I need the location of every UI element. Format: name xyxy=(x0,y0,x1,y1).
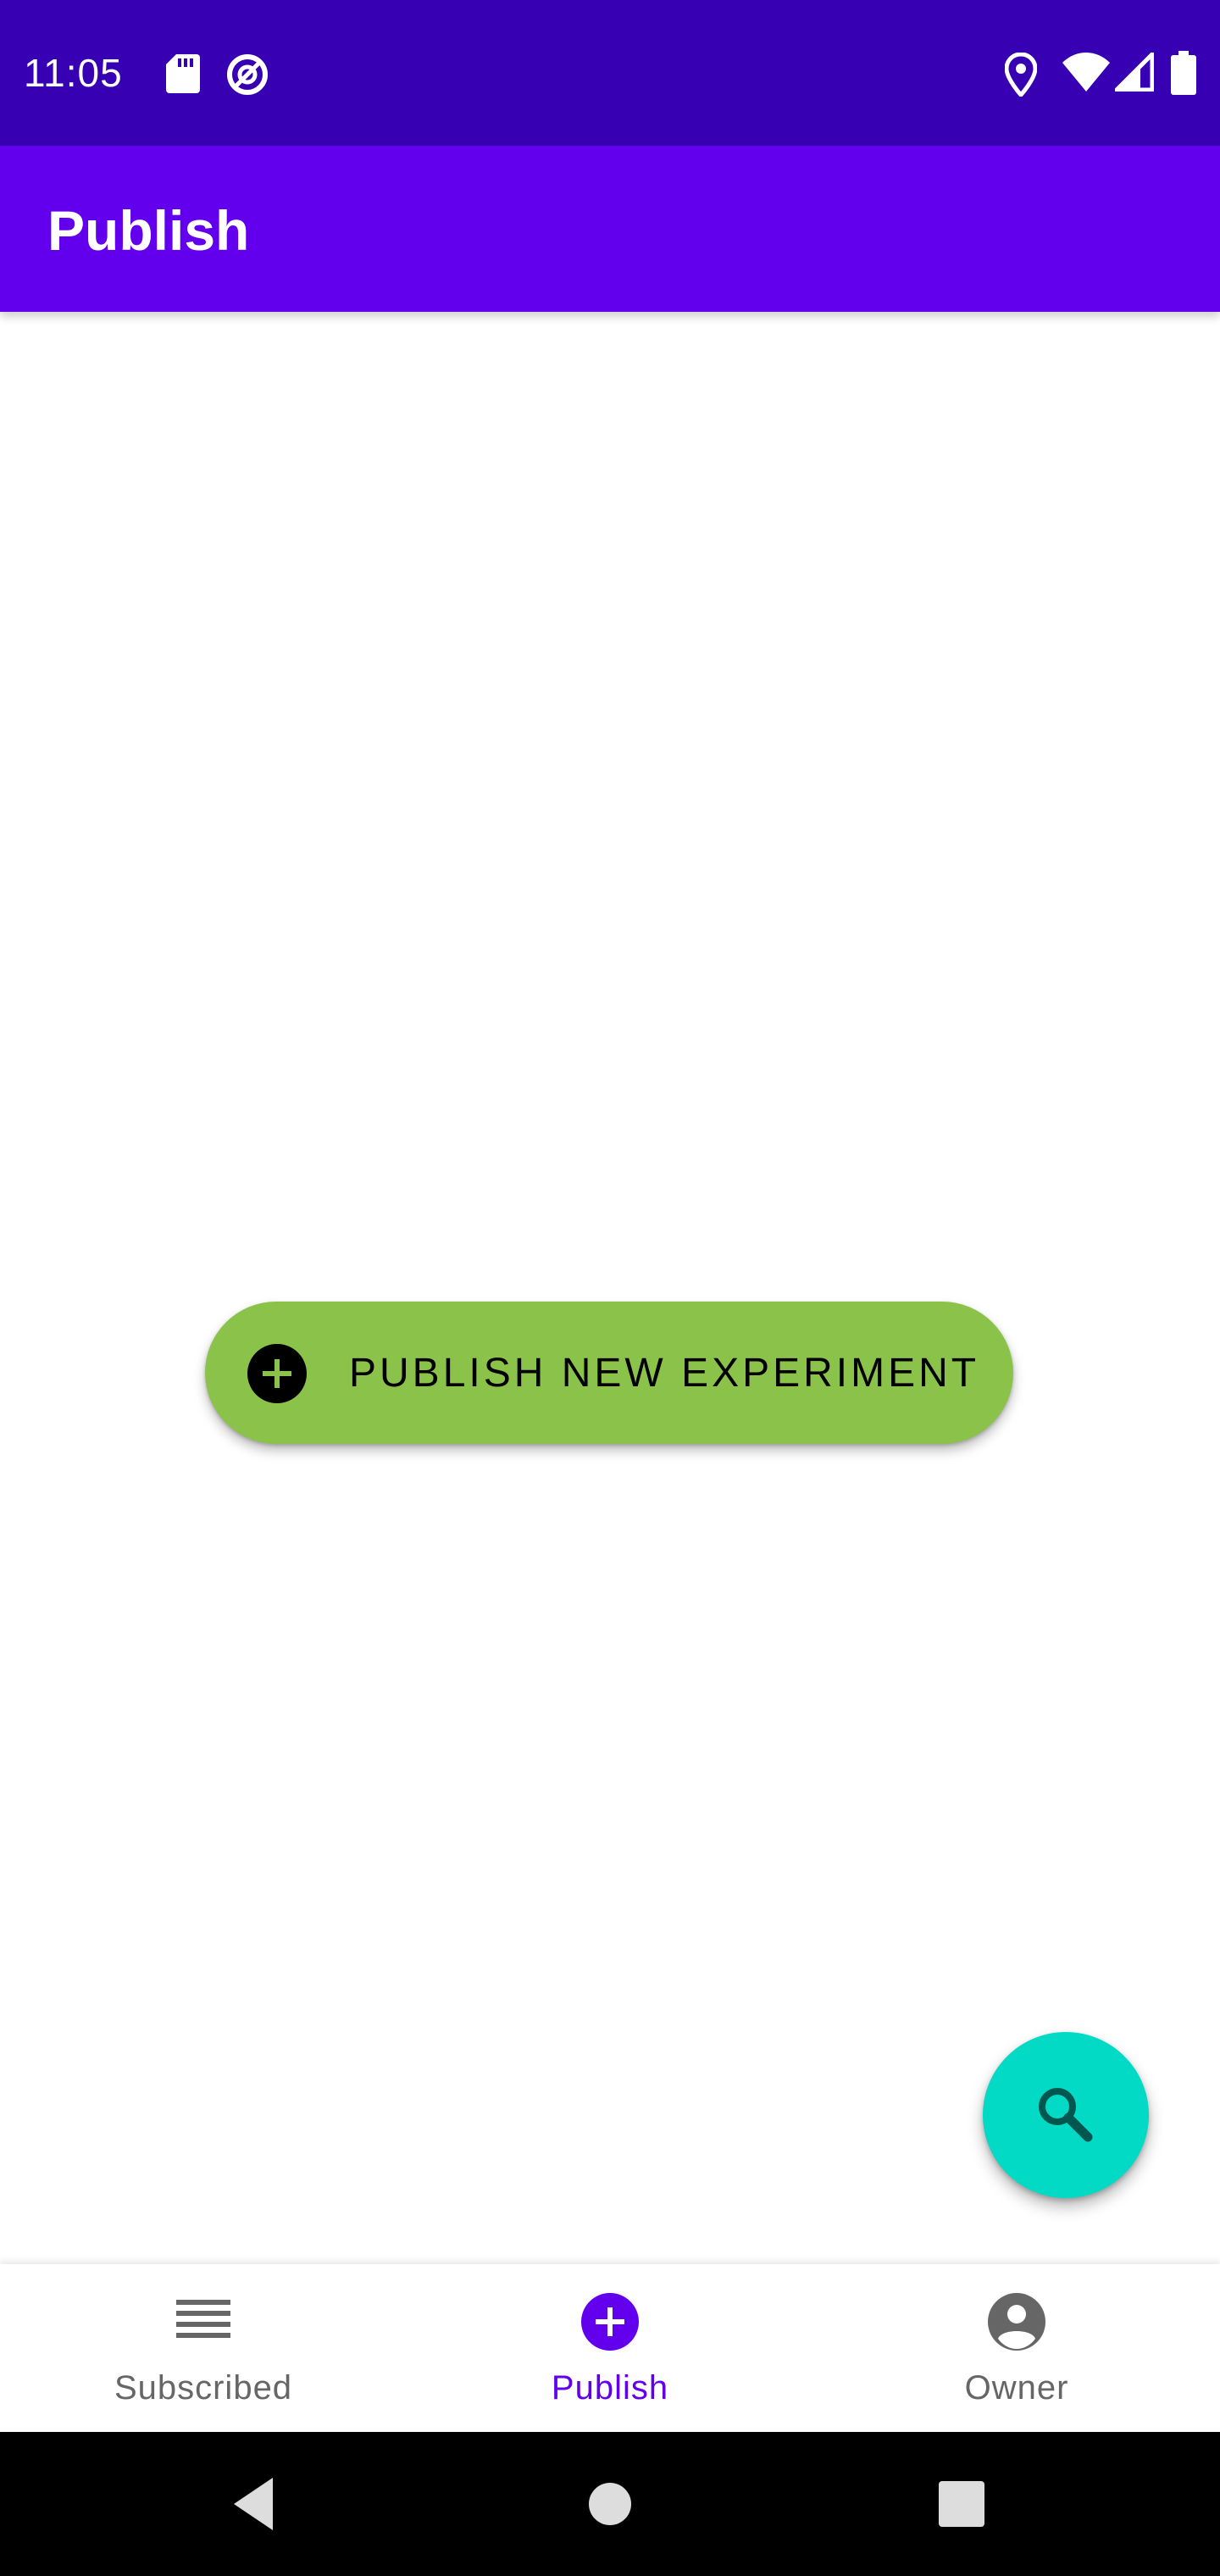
wifi-icon xyxy=(1062,53,1110,92)
home-button[interactable] xyxy=(572,2466,648,2542)
nav-item-owner[interactable]: Owner xyxy=(813,2264,1220,2432)
add-circle-icon xyxy=(247,1344,307,1403)
app-bar: Publish xyxy=(0,146,1220,312)
status-bar: 11:05 xyxy=(0,0,1220,146)
back-icon xyxy=(234,2478,273,2530)
battery-icon xyxy=(1171,51,1196,95)
main-content: PUBLISH NEW EXPERIMENT xyxy=(0,312,1220,2264)
recents-icon xyxy=(939,2481,984,2527)
nav-item-label: Publish xyxy=(551,2369,669,2407)
add-circle-icon xyxy=(581,2293,639,2351)
data-saver-icon xyxy=(227,54,268,95)
page-title: Publish xyxy=(47,199,250,262)
search-fab[interactable] xyxy=(983,2032,1149,2198)
cell-signal-icon xyxy=(1115,53,1154,92)
nav-item-subscribed[interactable]: Subscribed xyxy=(0,2264,407,2432)
status-time: 11:05 xyxy=(24,51,123,95)
bottom-navigation: Subscribed Publish Owner xyxy=(0,2264,1220,2432)
list-icon xyxy=(176,2300,230,2338)
nav-item-label: Owner xyxy=(964,2369,1069,2407)
nav-item-label: Subscribed xyxy=(114,2369,293,2407)
publish-new-experiment-button[interactable]: PUBLISH NEW EXPERIMENT xyxy=(205,1302,1013,1444)
search-icon xyxy=(1039,2088,1093,2142)
location-icon xyxy=(1005,53,1037,97)
account-circle-icon xyxy=(988,2293,1045,2351)
sd-card-icon xyxy=(166,54,200,93)
nav-item-publish[interactable]: Publish xyxy=(407,2264,813,2432)
system-navigation-bar xyxy=(0,2432,1220,2576)
home-icon xyxy=(589,2483,631,2525)
publish-new-experiment-label: PUBLISH NEW EXPERIMENT xyxy=(349,1351,980,1396)
back-button[interactable] xyxy=(217,2466,293,2542)
recents-button[interactable] xyxy=(923,2466,1000,2542)
